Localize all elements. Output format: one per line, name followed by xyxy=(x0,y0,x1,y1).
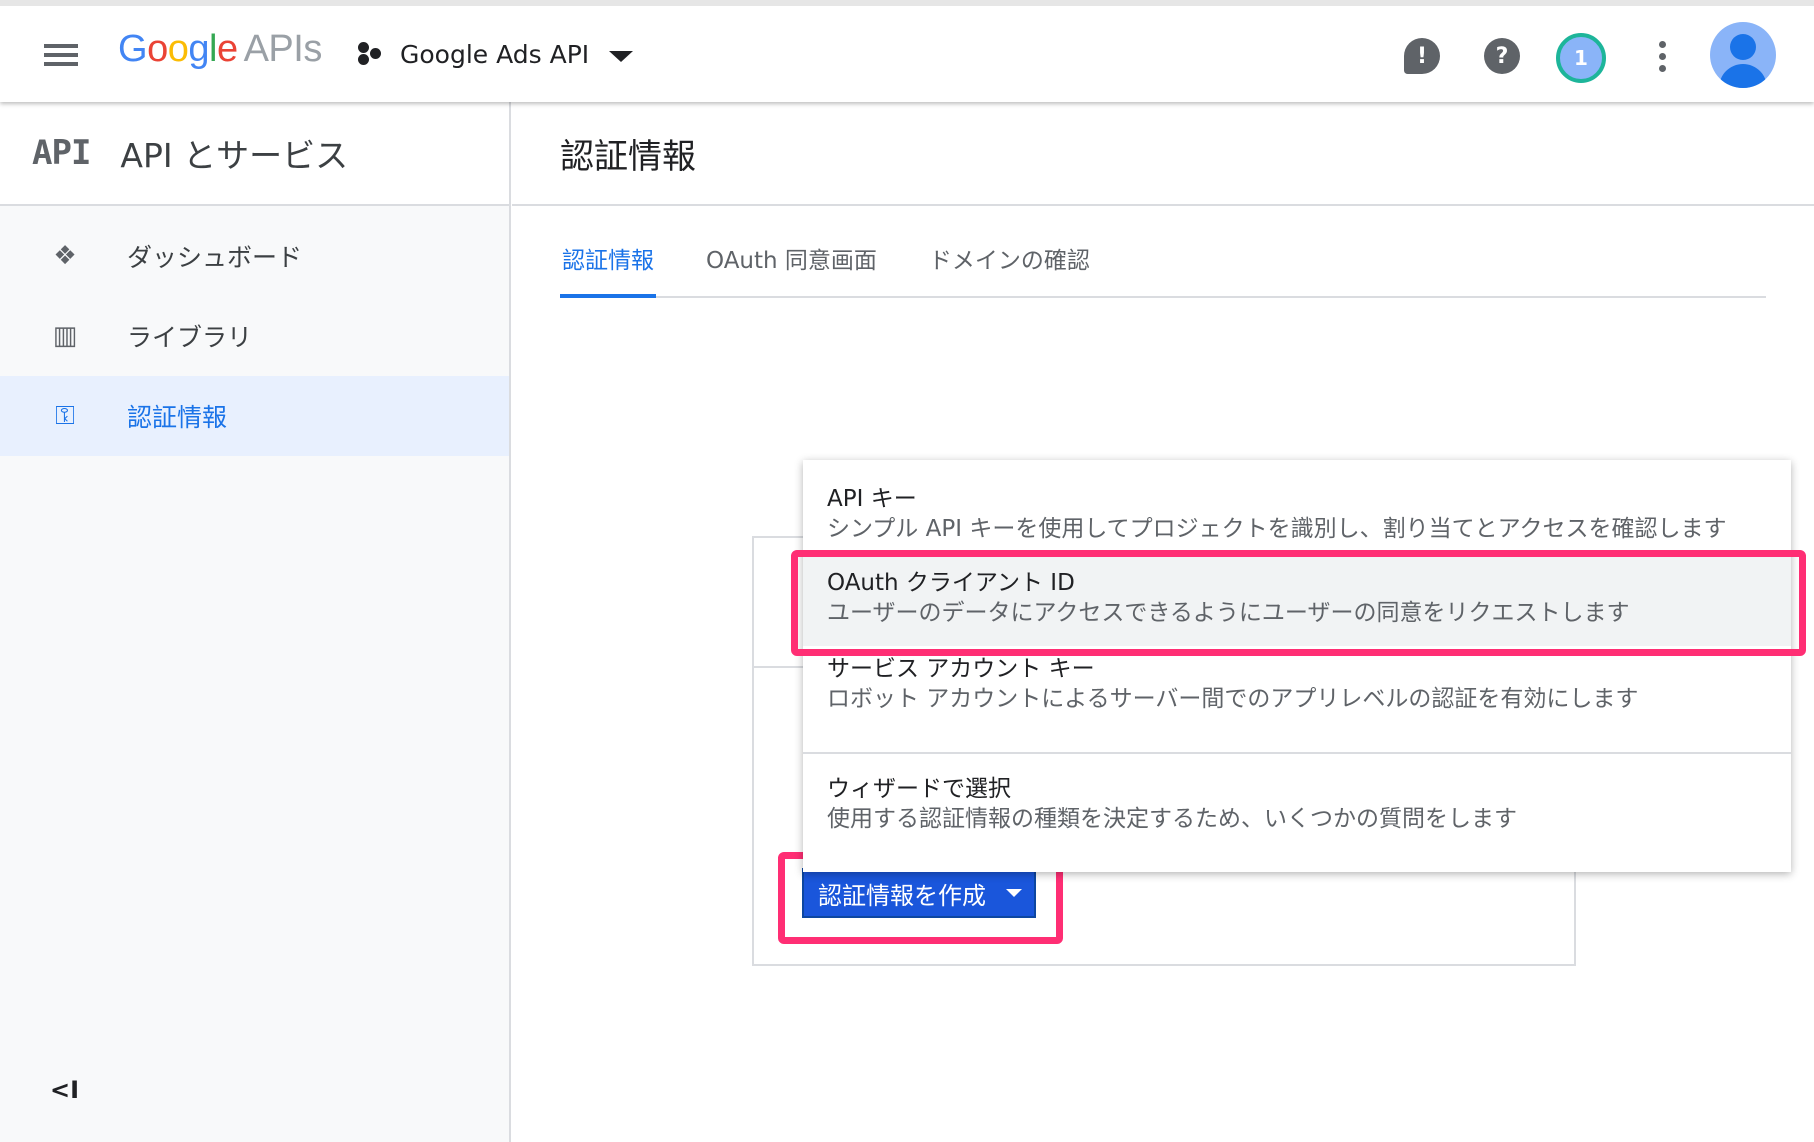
sidebar-nav: ❖ ダッシュボード ▥ ライブラリ ⚿ 認証情報 xyxy=(0,206,509,456)
key-icon: ⚿ xyxy=(55,400,75,431)
tab-domain-verification[interactable]: ドメインの確認 xyxy=(927,244,1092,298)
menu-item-oauth-client-id[interactable]: OAuth クライアント ID ユーザーのデータにアクセスできるようにユーザーの… xyxy=(803,556,1791,646)
menu-item-description: ロボット アカウントによるサーバー間でのアプリレベルの認証を有効にします xyxy=(827,686,1639,712)
page-title: 認証情報 xyxy=(560,136,696,177)
api-badge-icon: API xyxy=(32,133,91,173)
sidebar-item-credentials[interactable]: ⚿ 認証情報 xyxy=(0,376,509,456)
create-credentials-label: 認証情報を作成 xyxy=(818,881,986,910)
page-header: 認証情報 xyxy=(512,102,1814,206)
sidebar-item-label: 認証情報 xyxy=(127,403,228,432)
menu-item-service-account-key[interactable]: サービス アカウント キー ロボット アカウントによるサーバー間でのアプリレベル… xyxy=(803,654,1638,714)
project-name: Google Ads API xyxy=(400,39,590,69)
library-icon: ▥ xyxy=(52,321,78,351)
chevron-down-icon xyxy=(1006,889,1022,897)
menu-item-title: サービス アカウント キー xyxy=(827,656,1095,682)
create-credentials-button[interactable]: 認証情報を作成 xyxy=(802,868,1036,918)
project-selector[interactable]: Google Ads API xyxy=(356,32,634,76)
dashboard-icon: ❖ xyxy=(53,241,77,271)
menu-divider xyxy=(803,752,1791,754)
sidebar-item-label: ダッシュボード xyxy=(127,243,303,272)
menu-item-title: API キー xyxy=(827,486,917,512)
sidebar-header: API API とサービス xyxy=(0,102,509,206)
collapse-sidebar-icon[interactable]: <I xyxy=(50,1076,79,1104)
notification-count: 1 xyxy=(1574,46,1588,70)
feedback-icon[interactable]: ! xyxy=(1404,38,1440,74)
menu-item-wizard[interactable]: ウィザードで選択 使用する認証情報の種類を決定するため、いくつかの質問をします xyxy=(803,774,1517,834)
menu-item-api-key[interactable]: API キー シンプル API キーを使用してプロジェクトを識別し、割り当てとア… xyxy=(803,484,1726,544)
account-avatar-icon[interactable] xyxy=(1710,22,1776,88)
menu-item-description: ユーザーのデータにアクセスできるようにユーザーの同意をリクエストします xyxy=(827,600,1630,626)
tab-credentials[interactable]: 認証情報 xyxy=(560,244,656,298)
menu-icon[interactable] xyxy=(42,40,80,70)
menu-item-description: シンプル API キーを使用してプロジェクトを識別し、割り当てとアクセスを確認し… xyxy=(827,516,1727,542)
chevron-down-icon xyxy=(609,50,634,62)
notifications-icon[interactable]: 1 xyxy=(1556,33,1606,83)
more-vert-icon[interactable] xyxy=(1648,38,1676,74)
project-hex-icon xyxy=(356,39,386,69)
sidebar: API API とサービス ❖ ダッシュボード ▥ ライブラリ ⚿ 認証情報 <… xyxy=(0,102,511,1142)
help-icon[interactable]: ? xyxy=(1484,38,1520,74)
menu-item-title: ウィザードで選択 xyxy=(827,776,1011,802)
menu-item-title: OAuth クライアント ID xyxy=(827,570,1075,596)
top-app-bar: Google APIs Google Ads API ! ? 1 xyxy=(0,6,1814,102)
sidebar-item-library[interactable]: ▥ ライブラリ xyxy=(0,296,509,376)
sidebar-item-label: ライブラリ xyxy=(127,323,253,352)
create-credentials-menu: API キー シンプル API キーを使用してプロジェクトを識別し、割り当てとア… xyxy=(803,460,1791,872)
tab-oauth-consent[interactable]: OAuth 同意画面 xyxy=(704,244,879,298)
sidebar-item-dashboard[interactable]: ❖ ダッシュボード xyxy=(0,216,509,296)
menu-item-description: 使用する認証情報の種類を決定するため、いくつかの質問をします xyxy=(827,806,1517,832)
google-apis-logo[interactable]: Google APIs xyxy=(118,28,322,71)
app-window: Google APIs Google Ads API ! ? 1 API API … xyxy=(0,6,1814,1142)
tab-bar: 認証情報 OAuth 同意画面 ドメインの確認 xyxy=(560,244,1766,298)
sidebar-title: API とサービス xyxy=(120,136,349,175)
